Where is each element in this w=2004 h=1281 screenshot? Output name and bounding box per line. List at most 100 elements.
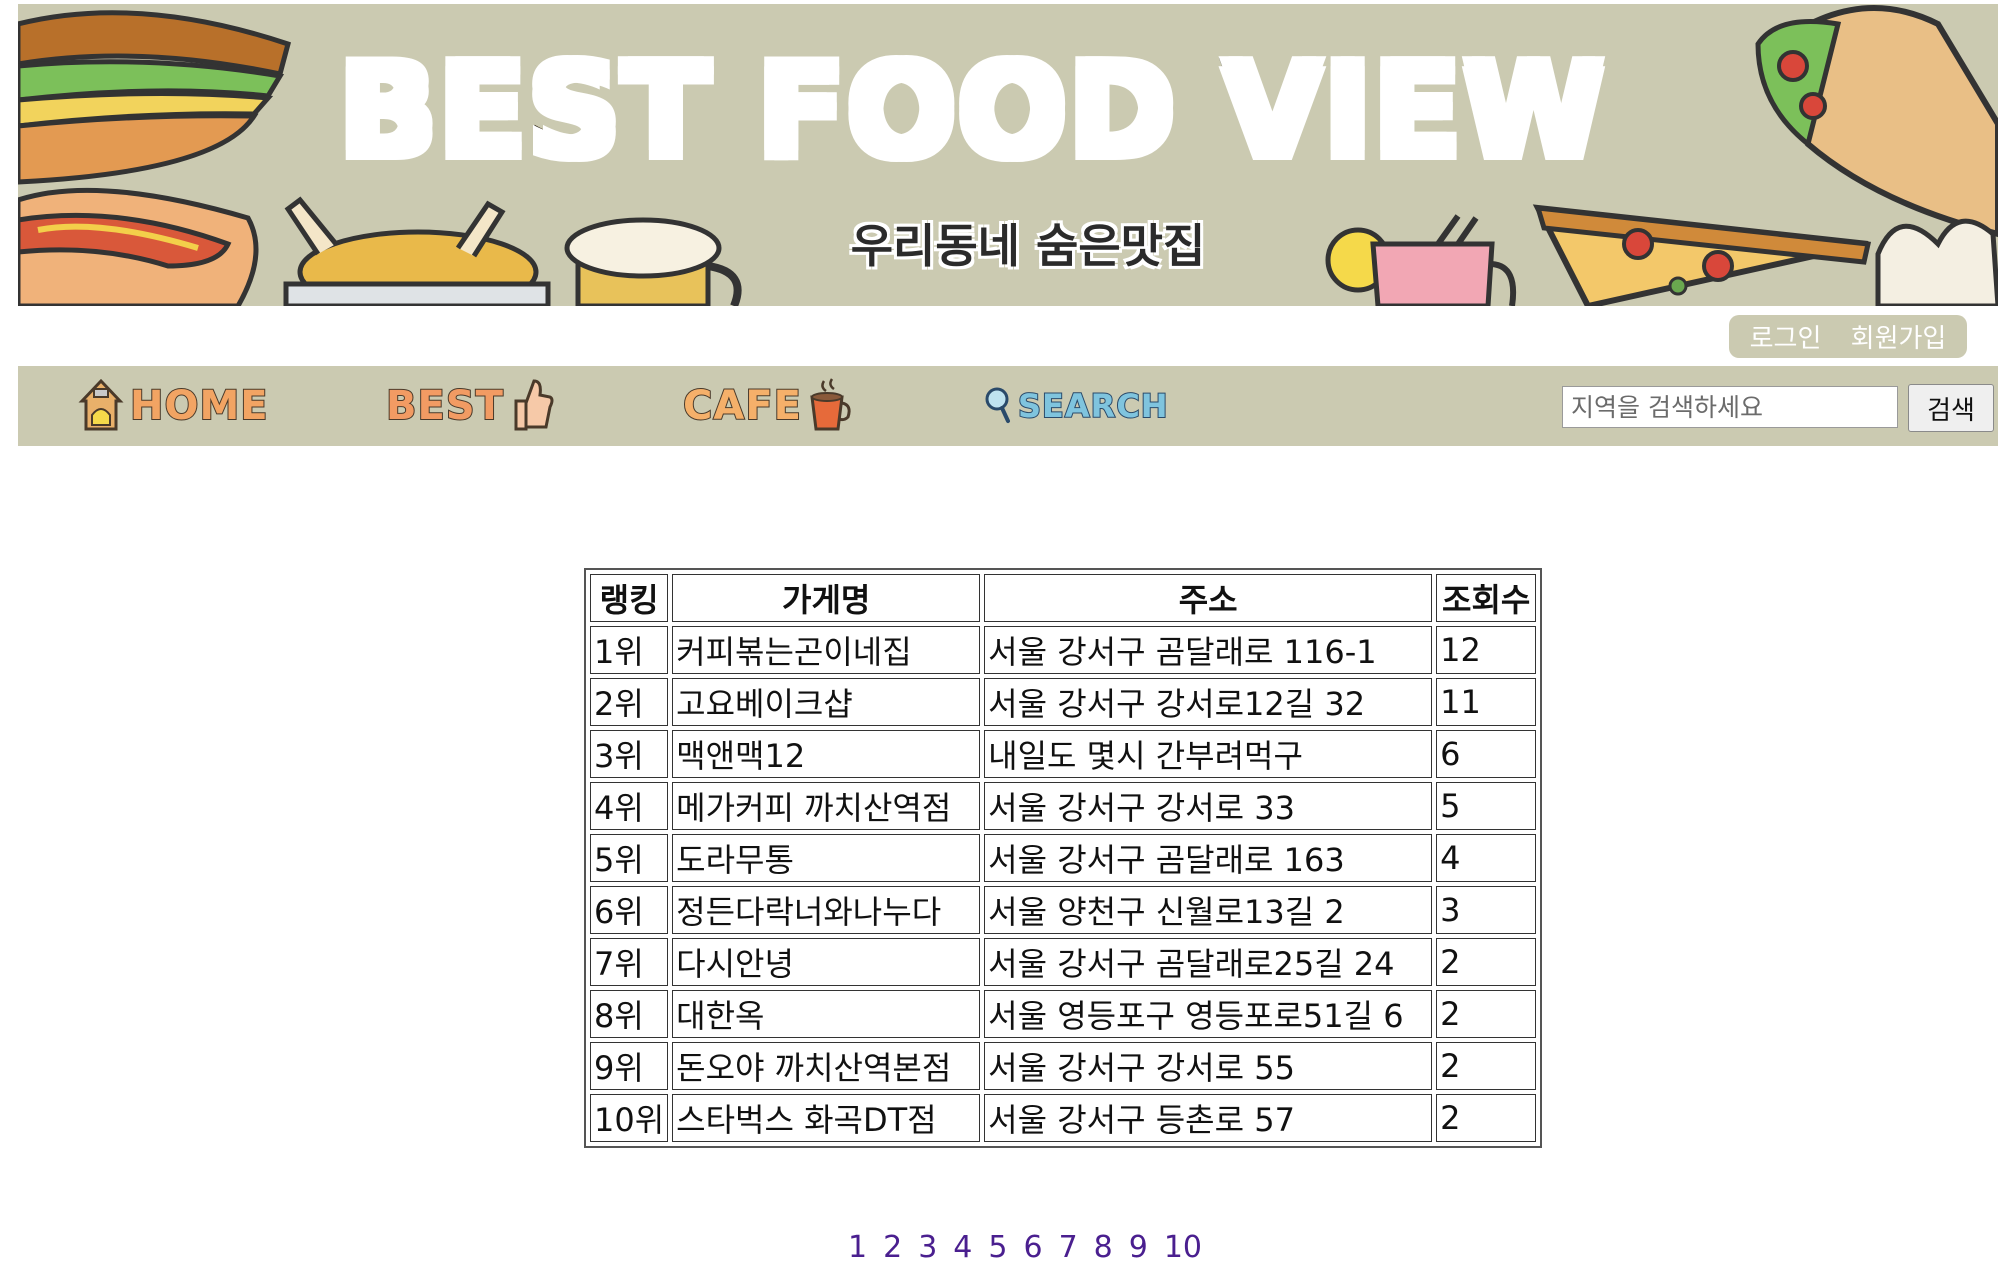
cell-store-name[interactable]: 스타벅스 화곡DT점 xyxy=(672,1094,981,1142)
table-row[interactable]: 2위 고요베이크샵 서울 강서구 강서로12길 32 11 xyxy=(590,678,1537,726)
cell-address: 서울 양천구 신월로13길 2 xyxy=(984,886,1433,934)
cell-store-name[interactable]: 도라무통 xyxy=(672,834,981,882)
nav-label-best: BEST xyxy=(385,382,504,430)
page-link[interactable]: 2 xyxy=(883,1230,902,1265)
beer-icon xyxy=(564,217,742,306)
header-views: 조회수 xyxy=(1436,574,1537,622)
header-store-name: 가게명 xyxy=(672,574,981,622)
cell-views: 5 xyxy=(1436,782,1537,830)
cell-rank: 3위 xyxy=(590,730,669,778)
hotdog-icon xyxy=(18,187,259,306)
cell-store-name[interactable]: 고요베이크샵 xyxy=(672,678,981,726)
cell-address: 서울 영등포구 영등포로51길 6 xyxy=(984,990,1433,1038)
header-banner: BEST FOOD VIEW 우리동네 숨은맛집 xyxy=(18,4,1998,306)
header-address: 주소 xyxy=(984,574,1433,622)
thumbs-up-icon xyxy=(510,375,554,437)
table-row[interactable]: 4위 메가커피 까치산역점 서울 강서구 강서로 33 5 xyxy=(590,782,1537,830)
nav-label-home: HOME xyxy=(129,382,269,430)
cell-store-name[interactable]: 정든다락너와나누다 xyxy=(672,886,981,934)
cell-address: 서울 강서구 곰달래로 163 xyxy=(984,834,1433,882)
cell-address: 서울 강서구 등촌로 57 xyxy=(984,1094,1433,1142)
login-link[interactable]: 로그인 xyxy=(1750,318,1822,355)
cell-rank: 6위 xyxy=(590,886,669,934)
table-row[interactable]: 9위 돈오야 까치산역본점 서울 강서구 강서로 55 2 xyxy=(590,1042,1537,1090)
cell-address: 서울 강서구 강서로 33 xyxy=(984,782,1433,830)
cell-views: 2 xyxy=(1436,1042,1537,1090)
table-row[interactable]: 3위 맥앤맥12 내일도 몇시 간부려먹구 6 xyxy=(590,730,1537,778)
cell-store-name[interactable]: 다시안녕 xyxy=(672,938,981,986)
main-nav: HOME BEST CAFE SEARCH 지역을 검색하세요 검색 xyxy=(18,366,1998,446)
magnifier-icon xyxy=(984,381,1012,431)
dumpling-icon xyxy=(1875,218,1998,306)
nav-item-best[interactable]: BEST xyxy=(385,374,554,438)
title-word-best: BEST xyxy=(336,36,711,185)
region-search-input[interactable] xyxy=(1562,386,1898,428)
cell-views: 11 xyxy=(1436,678,1537,726)
cell-views: 2 xyxy=(1436,938,1537,986)
cell-rank: 5위 xyxy=(590,834,669,882)
cell-rank: 10위 xyxy=(590,1094,669,1142)
nav-item-home[interactable]: HOME xyxy=(78,374,269,438)
cell-store-name[interactable]: 메가커피 까치산역점 xyxy=(672,782,981,830)
header-rank: 랭킹 xyxy=(590,574,669,622)
ranking-table: 랭킹 가게명 주소 조회수 1위 커피볶는곤이네집 서울 강서구 곰달래로 116-… xyxy=(584,568,1543,1148)
cell-views: 3 xyxy=(1436,886,1537,934)
cell-views: 4 xyxy=(1436,834,1537,882)
cell-store-name[interactable]: 대한옥 xyxy=(672,990,981,1038)
cell-rank: 9위 xyxy=(590,1042,669,1090)
cell-address: 서울 강서구 곰달래로 116-1 xyxy=(984,626,1433,674)
nav-label-cafe: CAFE xyxy=(682,382,802,430)
page-link[interactable]: 4 xyxy=(953,1230,972,1265)
cell-address: 서울 강서구 강서로12길 32 xyxy=(984,678,1433,726)
cell-views: 6 xyxy=(1436,730,1537,778)
site-subtitle: 우리동네 숨은맛집 xyxy=(850,219,1206,273)
pizza-icon xyxy=(1532,204,1872,306)
table-row[interactable]: 6위 정든다락너와나누다 서울 양천구 신월로13길 23 xyxy=(590,886,1537,934)
table-row[interactable]: 10위 스타벅스 화곡DT점 서울 강서구 등촌로 57 2 xyxy=(590,1094,1537,1142)
nav-item-cafe[interactable]: CAFE xyxy=(682,374,852,438)
auth-links: 로그인 회원가입 xyxy=(1729,315,1967,358)
table-row[interactable]: 1위 커피볶는곤이네집 서울 강서구 곰달래로 116-1 12 xyxy=(590,626,1537,674)
title-word-food: FOOD xyxy=(754,36,1176,185)
cell-store-name[interactable]: 돈오야 까치산역본점 xyxy=(672,1042,981,1090)
coffee-cup-icon xyxy=(808,375,852,437)
cell-address: 서울 강서구 곰달래로25길 24 xyxy=(984,938,1433,986)
cell-store-name[interactable]: 맥앤맥12 xyxy=(672,730,981,778)
search-button[interactable]: 검색 xyxy=(1908,384,1994,432)
house-icon xyxy=(78,375,124,437)
cell-views: 2 xyxy=(1436,1094,1537,1142)
table-row[interactable]: 8위 대한옥 서울 영등포구 영등포로51길 62 xyxy=(590,990,1537,1038)
page-link[interactable]: 10 xyxy=(1164,1230,1202,1265)
cell-rank: 4위 xyxy=(590,782,669,830)
cell-views: 12 xyxy=(1436,626,1537,674)
cell-address: 내일도 몇시 간부려먹구 xyxy=(984,730,1433,778)
chicken-icon xyxy=(283,196,551,306)
pagination: 1 2 3 4 5 6 7 8 9 10 xyxy=(848,1230,1202,1265)
nav-item-search[interactable]: SEARCH xyxy=(984,374,1169,438)
nav-label-search: SEARCH xyxy=(1017,386,1169,426)
page-link[interactable]: 8 xyxy=(1094,1230,1113,1265)
page-link[interactable]: 3 xyxy=(918,1230,937,1265)
page-link[interactable]: 5 xyxy=(988,1230,1007,1265)
cell-rank: 8위 xyxy=(590,990,669,1038)
burger-icon xyxy=(18,10,292,185)
table-header-row: 랭킹 가게명 주소 조회수 xyxy=(590,574,1537,622)
table-row[interactable]: 5위 도라무통 서울 강서구 곰달래로 163 4 xyxy=(590,834,1537,882)
ranking-table-body: 1위 커피볶는곤이네집 서울 강서구 곰달래로 116-1 12 2위 고요베이크샵 서울 … xyxy=(590,626,1537,1142)
lemonade-icon xyxy=(1325,214,1516,306)
cell-rank: 7위 xyxy=(590,938,669,986)
cell-store-name[interactable]: 커피볶는곤이네집 xyxy=(672,626,981,674)
cell-views: 2 xyxy=(1436,990,1537,1038)
page-link[interactable]: 6 xyxy=(1023,1230,1042,1265)
cell-address: 서울 강서구 강서로 55 xyxy=(984,1042,1433,1090)
title-word-view: VIEW xyxy=(1219,36,1606,185)
site-title: BEST FOOD VIEW xyxy=(336,36,1718,185)
page-link[interactable]: 1 xyxy=(848,1230,867,1265)
cell-rank: 2위 xyxy=(590,678,669,726)
page-link[interactable]: 9 xyxy=(1129,1230,1148,1265)
cell-rank: 1위 xyxy=(590,626,669,674)
taco-icon xyxy=(1755,5,1998,238)
table-row[interactable]: 7위 다시안녕 서울 강서구 곰달래로25길 24 2 xyxy=(590,938,1537,986)
page-link[interactable]: 7 xyxy=(1059,1230,1078,1265)
signup-link[interactable]: 회원가입 xyxy=(1851,318,1947,355)
